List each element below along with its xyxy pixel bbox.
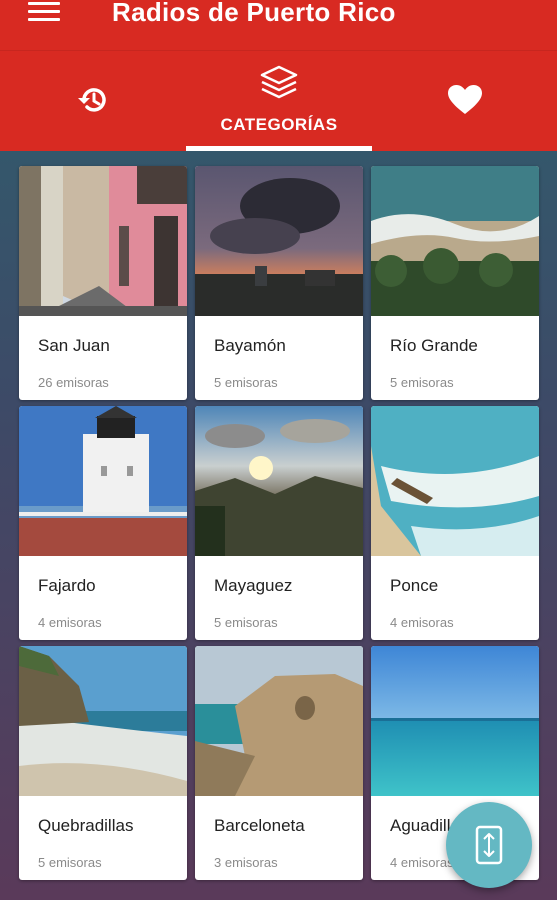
category-name: Barceloneta (214, 816, 305, 835)
app-title: Radios de Puerto Rico (112, 0, 396, 27)
tab-indicator (186, 146, 372, 151)
category-name: Mayaguez (214, 576, 293, 595)
category-card-san-juan[interactable]: San Juan 26 emisoras (19, 166, 187, 400)
tab-categories[interactable]: CATEGORÍAS (186, 51, 372, 151)
aguadilla-image (371, 646, 539, 796)
category-count: 5 emisoras (214, 615, 278, 630)
category-card-barceloneta[interactable]: Barceloneta 3 emisoras (195, 646, 363, 880)
menu-icon (28, 2, 60, 5)
fajardo-image (19, 406, 187, 556)
history-icon (78, 88, 106, 112)
category-count: 26 emisoras (38, 375, 109, 390)
tab-bar: CATEGORÍAS (0, 50, 557, 151)
heart-icon (448, 85, 482, 114)
category-card-quebradillas[interactable]: Quebradillas 5 emisoras (19, 646, 187, 880)
category-name: Ponce (390, 576, 439, 595)
app-bar: Radios de Puerto Rico (0, 0, 557, 50)
category-name: Fajardo (38, 576, 96, 595)
tab-categories-label: CATEGORÍAS (220, 115, 338, 134)
fab-button[interactable] (446, 802, 532, 888)
tab-favorites[interactable] (372, 51, 557, 151)
rio-grande-image (371, 166, 539, 316)
barceloneta-image (195, 646, 363, 796)
category-name: Quebradillas (38, 816, 134, 835)
mayaguez-image (195, 406, 363, 556)
bayamon-image (195, 166, 363, 316)
menu-button[interactable] (28, 2, 60, 22)
category-name: Bayamón (214, 336, 286, 355)
layers-icon (260, 65, 298, 99)
category-count: 4 emisoras (38, 615, 102, 630)
category-name: Río Grande (390, 336, 478, 355)
tab-history[interactable] (0, 51, 186, 151)
swap-vertical-icon (475, 825, 503, 865)
category-card-rio-grande[interactable]: Río Grande 5 emisoras (371, 166, 539, 400)
category-count: 4 emisoras (390, 615, 454, 630)
ponce-image (371, 406, 539, 556)
category-card-fajardo[interactable]: Fajardo 4 emisoras (19, 406, 187, 640)
category-card-mayaguez[interactable]: Mayaguez 5 emisoras (195, 406, 363, 640)
category-count: 5 emisoras (214, 375, 278, 390)
quebradillas-image (19, 646, 187, 796)
category-card-bayamon[interactable]: Bayamón 5 emisoras (195, 166, 363, 400)
category-count: 5 emisoras (38, 855, 102, 870)
san-juan-image (19, 166, 187, 316)
category-count: 5 emisoras (390, 375, 454, 390)
category-count: 4 emisoras (390, 855, 454, 870)
category-name: San Juan (38, 336, 110, 355)
category-card-ponce[interactable]: Ponce 4 emisoras (371, 406, 539, 640)
category-count: 3 emisoras (214, 855, 278, 870)
